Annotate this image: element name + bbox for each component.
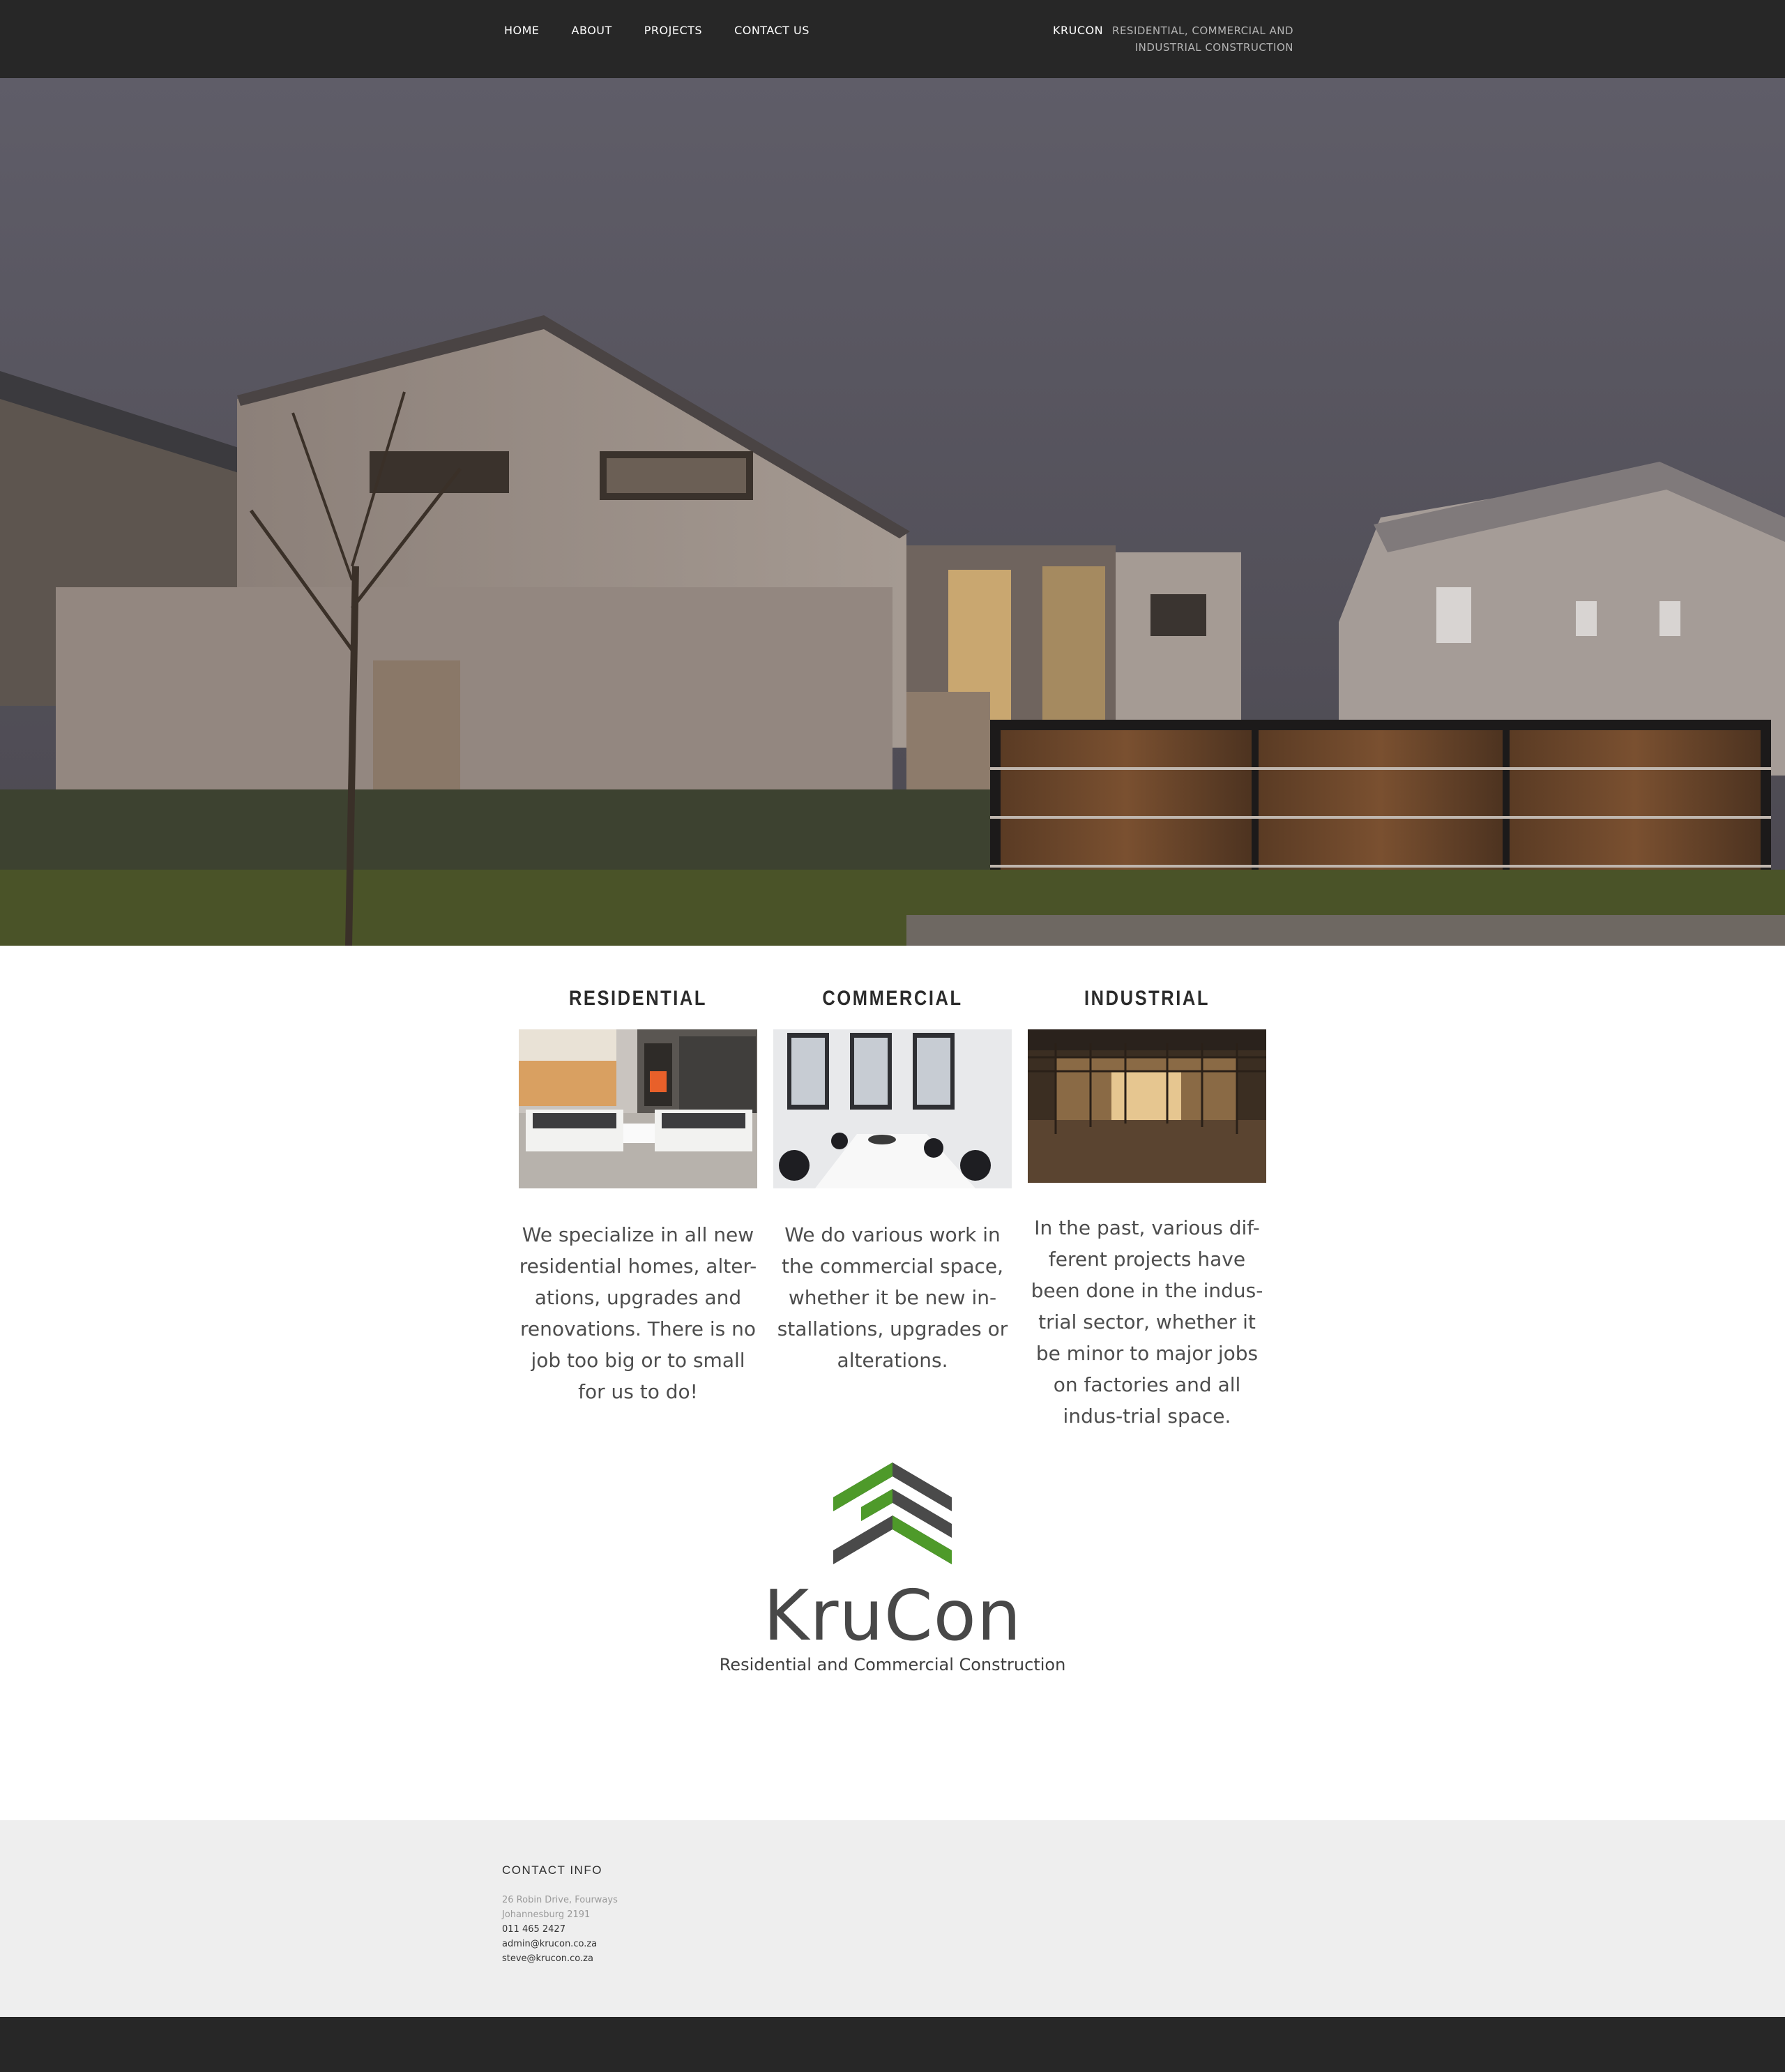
nav-about-link[interactable]: ABOUT — [572, 23, 612, 38]
service-residential: RESIDENTIAL We specialize in all new res… — [519, 983, 757, 1407]
service-description: We specialize in all new residential hom… — [519, 1223, 757, 1403]
site-tagline: RESIDENTIAL, COMMERCIAL AND INDUSTRIAL C… — [1112, 24, 1293, 54]
email-link[interactable]: admin@krucon.co.za — [502, 1937, 618, 1951]
service-title: COMMERCIAL — [822, 987, 963, 1010]
phone-number[interactable]: 011 465 2427 — [502, 1922, 618, 1937]
service-description: In the past, various dif-ferent projects… — [1031, 1216, 1263, 1428]
address-line: 26 Robin Drive, Fourways — [502, 1895, 618, 1905]
service-description: We do various work in the commercial spa… — [777, 1223, 1008, 1372]
logo-wordmark: KruCon — [763, 1575, 1022, 1656]
service-commercial: COMMERCIAL We do various work in the com… — [773, 983, 1012, 1376]
site-footer: CONTACT INFO 26 Robin Drive, Fourways Jo… — [0, 1820, 1785, 2017]
site-header: HOME ABOUT PROJECTS CONTACT US KRUCON RE… — [0, 0, 1785, 78]
krucon-logo: KruCon Residential and Commercial Constr… — [718, 1461, 1067, 1691]
service-industrial: INDUSTRIAL In the past, various dif-fere… — [1028, 983, 1266, 1432]
chevron-logo-icon — [833, 1462, 952, 1564]
residential-image — [519, 1029, 757, 1188]
bottom-bar — [0, 2017, 1785, 2072]
industrial-image — [1028, 1029, 1266, 1183]
footer-title: CONTACT INFO — [502, 1863, 602, 1877]
email-link[interactable]: steve@krucon.co.za — [502, 1951, 618, 1966]
service-title: RESIDENTIAL — [568, 987, 708, 1010]
nav-contact-link[interactable]: CONTACT US — [734, 23, 810, 38]
main-nav: HOME ABOUT PROJECTS CONTACT US — [504, 23, 842, 38]
contact-info: 26 Robin Drive, Fourways Johannesburg 21… — [502, 1893, 618, 1966]
address-line: Johannesburg 2191 — [502, 1910, 591, 1920]
hero-image: 76 — [0, 78, 1785, 946]
nav-projects-link[interactable]: PROJECTS — [644, 23, 702, 38]
logo-subtitle: Residential and Commercial Construction — [719, 1655, 1066, 1674]
service-title: INDUSTRIAL — [1084, 987, 1210, 1010]
commercial-image — [773, 1029, 1012, 1188]
nav-home-link[interactable]: HOME — [504, 23, 540, 38]
